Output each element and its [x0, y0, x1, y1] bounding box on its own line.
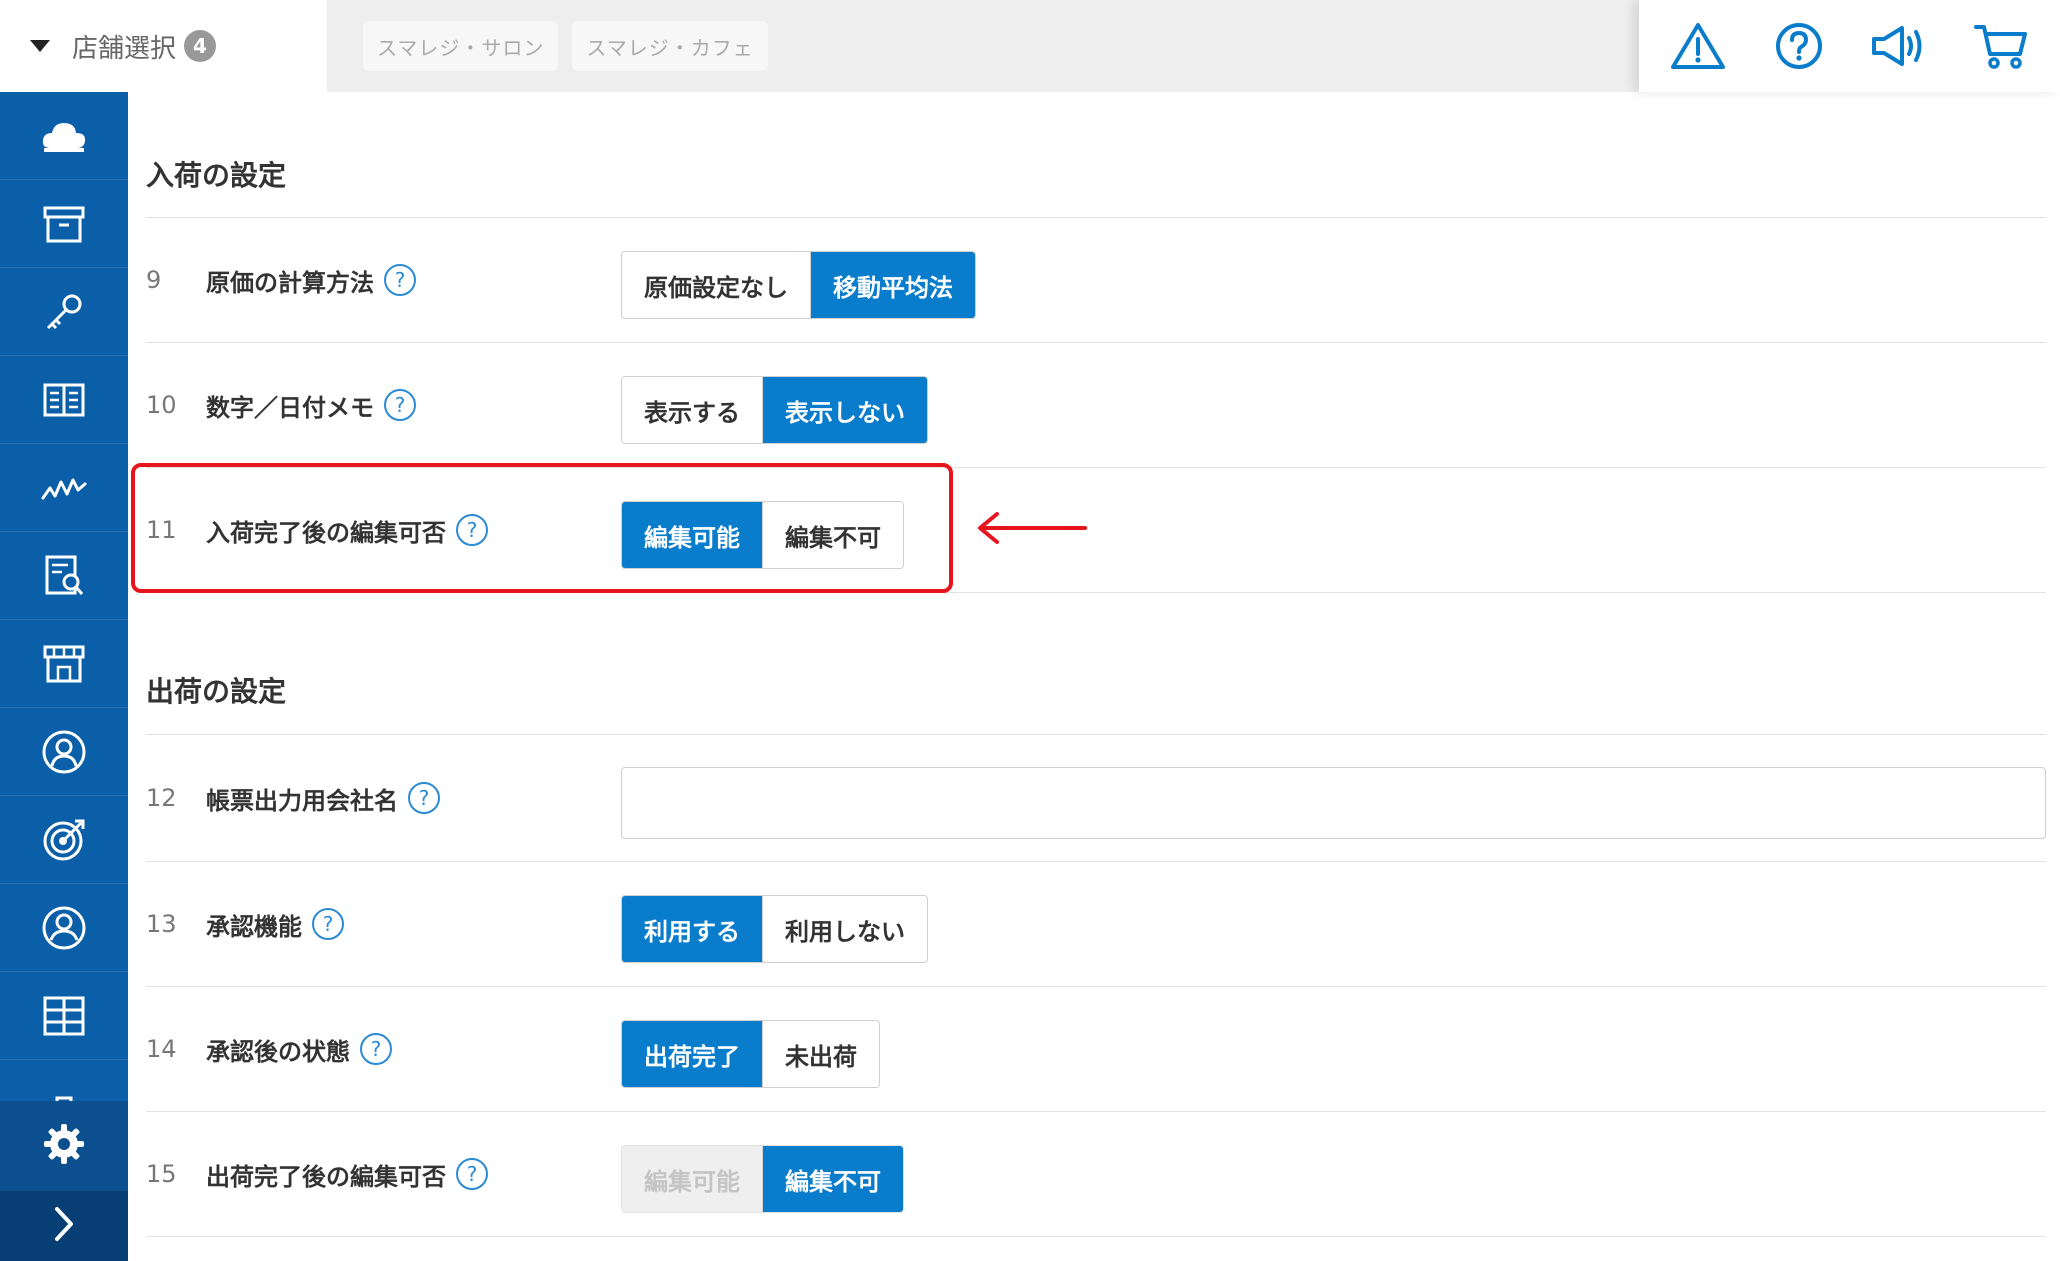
warning-icon[interactable]	[1668, 16, 1728, 76]
setting-row-approval: 13 承認機能? 利用する 利用しない	[146, 862, 2046, 986]
shipping-edit-toggle: 編集可能 編集不可	[621, 1145, 904, 1213]
store-icon[interactable]	[0, 620, 128, 708]
option-editable-disabled: 編集可能	[622, 1146, 762, 1212]
caret-down-icon	[30, 40, 50, 52]
option-moving-average[interactable]: 移動平均法	[810, 252, 975, 318]
archive-box-icon[interactable]	[0, 180, 128, 268]
option-show[interactable]: 表示する	[622, 377, 762, 443]
arrow-left-icon	[975, 510, 1087, 550]
help-icon[interactable]: ?	[312, 908, 344, 940]
store-selector[interactable]: 店舗選択 4	[0, 0, 327, 92]
setting-row-memo: 10 数字／日付メモ? 表示する 表示しない	[146, 343, 2046, 467]
setting-row-cost-method: 9 原価の計算方法? 原価設定なし 移動平均法	[146, 218, 2046, 342]
row-label: 帳票出力用会社名?	[206, 735, 440, 861]
customer-icon[interactable]	[0, 708, 128, 796]
sidebar-expand-button[interactable]	[0, 1191, 128, 1261]
user-icon[interactable]	[0, 884, 128, 972]
row-number: 12	[146, 784, 177, 812]
store-tab[interactable]: スマレジ・カフェ	[572, 21, 768, 71]
row-label-text: 帳票出力用会社名	[206, 786, 398, 815]
cost-method-toggle: 原価設定なし 移動平均法	[621, 251, 976, 319]
cloud-icon[interactable]	[0, 92, 128, 180]
settings-button[interactable]	[0, 1101, 128, 1191]
row-label: 承認後の状態?	[206, 987, 392, 1111]
row-label: 数字／日付メモ?	[206, 343, 416, 467]
top-bar: 店舗選択 4 スマレジ・サロン スマレジ・カフェ	[0, 0, 2060, 92]
row-label: 承認機能?	[206, 862, 344, 986]
row-number: 13	[146, 910, 177, 938]
row-number: 15	[146, 1160, 177, 1188]
gear-icon	[42, 1122, 86, 1170]
row-number: 9	[146, 266, 162, 294]
megaphone-icon[interactable]	[1870, 16, 1930, 76]
approval-toggle: 利用する 利用しない	[621, 895, 928, 963]
top-icon-bar	[1639, 0, 2060, 92]
row-label-text: 出荷完了後の編集可否	[206, 1162, 446, 1191]
row-label-text: 承認機能	[206, 912, 302, 941]
help-icon[interactable]: ?	[360, 1033, 392, 1065]
section-title-receiving: 入荷の設定	[146, 159, 287, 192]
row-number: 10	[146, 391, 177, 419]
option-hide[interactable]: 表示しない	[762, 377, 927, 443]
help-circle-icon[interactable]	[1769, 16, 1829, 76]
sidebar	[0, 92, 128, 1261]
store-count-badge: 4	[184, 30, 217, 62]
divider	[146, 1236, 2046, 1237]
book-icon[interactable]	[0, 356, 128, 444]
company-name-input[interactable]	[621, 767, 2046, 839]
help-icon[interactable]: ?	[384, 264, 416, 296]
report-search-icon[interactable]	[0, 532, 128, 620]
row-label: 出荷完了後の編集可否?	[206, 1112, 488, 1236]
help-icon[interactable]: ?	[456, 1158, 488, 1190]
option-use[interactable]: 利用する	[622, 896, 762, 962]
option-not-use[interactable]: 利用しない	[762, 896, 927, 962]
chart-line-icon[interactable]	[0, 444, 128, 532]
store-selector-label: 店舗選択	[72, 33, 177, 64]
option-shipped[interactable]: 出荷完了	[622, 1021, 762, 1087]
key-icon[interactable]	[0, 268, 128, 356]
selected-stores: スマレジ・サロン スマレジ・カフェ	[327, 0, 1639, 92]
section-title-shipping: 出荷の設定	[146, 675, 287, 708]
setting-row-company-name: 12 帳票出力用会社名?	[146, 735, 2046, 861]
help-icon[interactable]: ?	[384, 389, 416, 421]
row-label: 原価の計算方法?	[206, 218, 416, 342]
highlight-box	[131, 463, 953, 593]
option-not-editable[interactable]: 編集不可	[762, 1146, 903, 1212]
option-no-cost[interactable]: 原価設定なし	[622, 252, 810, 318]
post-approval-state-toggle: 出荷完了 未出荷	[621, 1020, 880, 1088]
memo-toggle: 表示する 表示しない	[621, 376, 928, 444]
row-label-text: 承認後の状態	[206, 1037, 350, 1066]
cart-icon[interactable]	[1971, 16, 2031, 76]
store-tab[interactable]: スマレジ・サロン	[363, 21, 559, 71]
setting-row-post-approval-state: 14 承認後の状態? 出荷完了 未出荷	[146, 987, 2046, 1111]
target-icon[interactable]	[0, 796, 128, 884]
chevron-right-icon	[49, 1204, 79, 1248]
help-icon[interactable]: ?	[408, 782, 440, 814]
row-label-text: 原価の計算方法	[206, 268, 374, 297]
grid-icon[interactable]	[0, 972, 128, 1060]
option-not-shipped[interactable]: 未出荷	[762, 1021, 879, 1087]
row-label-text: 数字／日付メモ	[206, 393, 374, 422]
setting-row-shipping-edit: 15 出荷完了後の編集可否? 編集可能 編集不可	[146, 1112, 2046, 1236]
row-number: 14	[146, 1035, 177, 1063]
